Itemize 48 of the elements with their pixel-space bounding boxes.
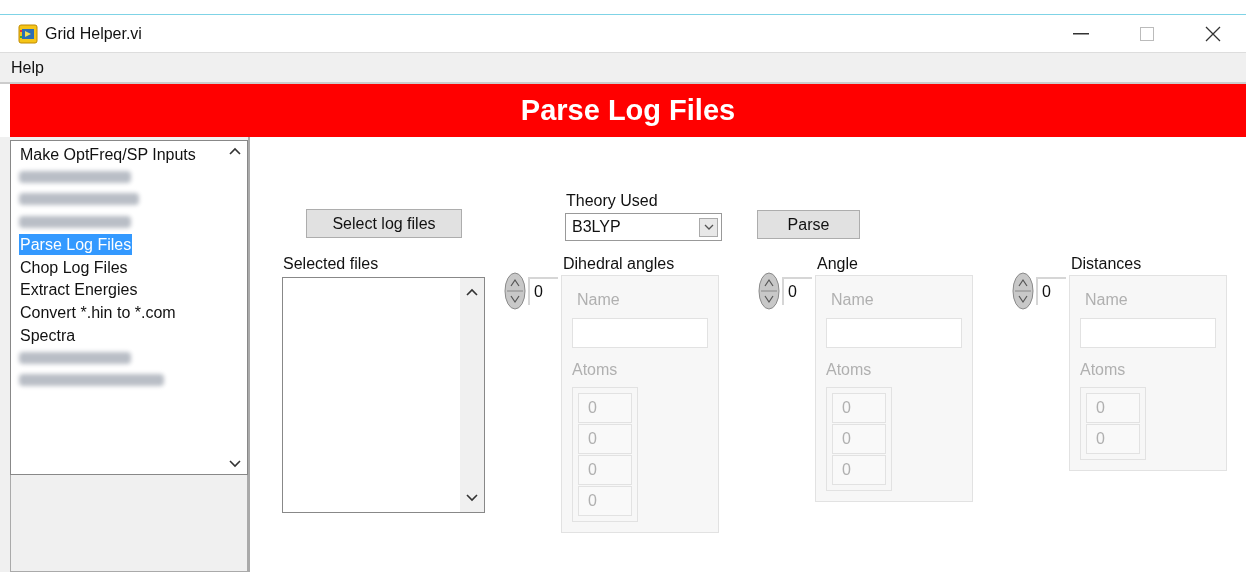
scroll-up-icon[interactable] — [229, 147, 241, 155]
atom-field: 0 — [578, 486, 632, 516]
list-item[interactable]: Spectra — [19, 324, 77, 346]
atom-field: 0 — [832, 455, 886, 485]
field-label: Theory Used — [566, 191, 658, 211]
redacted-item[interactable] — [19, 374, 164, 387]
select-files-button[interactable]: Select log files — [306, 209, 462, 238]
scroll-down-icon[interactable] — [466, 494, 478, 502]
redacted-item[interactable] — [19, 170, 131, 183]
array-label: Angle — [817, 254, 858, 274]
atom-field: 0 — [832, 424, 886, 454]
maximize-icon — [1140, 26, 1154, 41]
atom-field: 0 — [832, 393, 886, 423]
atom-field: 0 — [1086, 424, 1140, 454]
redacted-item[interactable] — [19, 193, 139, 206]
index-spinner[interactable] — [757, 272, 781, 310]
index-spinner[interactable] — [1011, 272, 1035, 310]
scroll-down-icon[interactable] — [229, 460, 241, 468]
close-icon — [1205, 25, 1221, 42]
parse-button[interactable]: Parse — [757, 210, 860, 239]
list-item[interactable]: Extract Energies — [19, 279, 139, 301]
atom-field: 0 — [578, 393, 632, 423]
list-item[interactable]: Convert *.hin to *.com — [19, 301, 177, 323]
field-label: Selected files — [283, 254, 379, 274]
field-label: Name — [830, 290, 875, 310]
minimize-icon — [1073, 32, 1089, 35]
field-label: Name — [576, 290, 621, 310]
caret-icon — [703, 224, 714, 230]
redacted-item[interactable] — [19, 351, 131, 364]
field-label: Atoms — [1080, 360, 1127, 380]
atom-field: 0 — [1086, 393, 1140, 423]
redacted-item[interactable] — [19, 216, 131, 229]
menu-item[interactable]: Help — [10, 53, 45, 82]
index-spinner[interactable] — [503, 272, 527, 310]
field-label: Name — [1084, 290, 1129, 310]
atom-field: 0 — [578, 424, 632, 454]
field-label: Atoms — [826, 360, 873, 380]
array-label: Distances — [1071, 254, 1142, 274]
app-icon — [18, 23, 38, 44]
window-title: Grid Helper.vi — [45, 23, 142, 44]
array-label: Dihedral angles — [563, 254, 675, 274]
field-label: Atoms — [572, 360, 619, 380]
list-item[interactable]: Make OptFreq/SP Inputs — [19, 143, 197, 165]
list-item[interactable]: Chop Log Files — [19, 256, 129, 278]
theory-dropdown[interactable]: B3LYP — [565, 213, 722, 241]
title-banner: Parse Log Files — [10, 84, 1246, 137]
scroll-up-icon[interactable] — [466, 288, 478, 296]
atom-field: 0 — [578, 455, 632, 485]
